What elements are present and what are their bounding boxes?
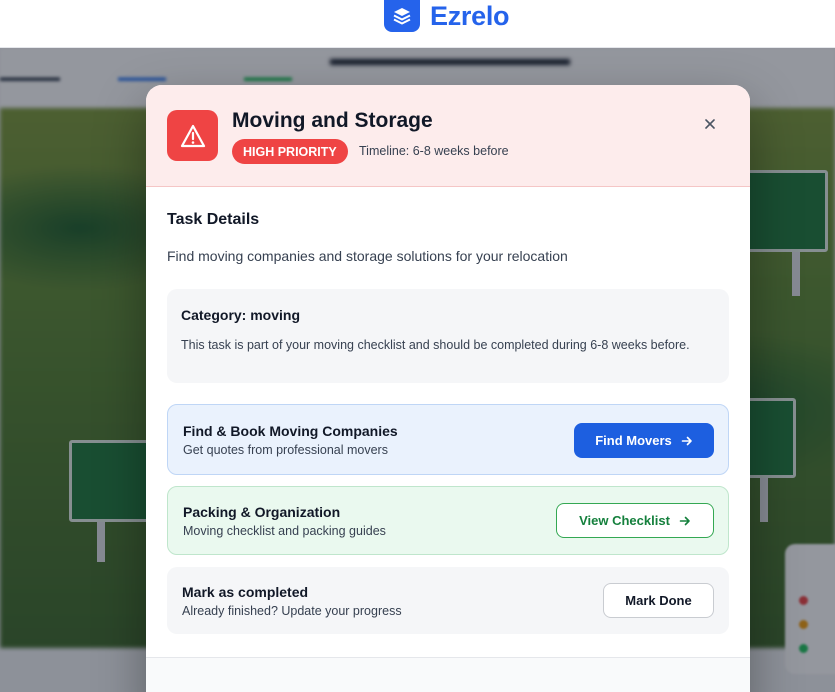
category-box: Category: moving This task is part of yo… xyxy=(167,289,729,383)
button-label: Mark Done xyxy=(625,593,692,608)
modal-header: Moving and Storage HIGH PRIORITY Timelin… xyxy=(146,85,750,187)
task-modal: Moving and Storage HIGH PRIORITY Timelin… xyxy=(146,85,750,692)
action-card-packing: Packing & Organization Moving checklist … xyxy=(167,486,729,555)
card-title: Packing & Organization xyxy=(183,504,341,520)
find-movers-button[interactable]: Find Movers xyxy=(574,423,714,458)
card-title: Find & Book Moving Companies xyxy=(183,423,398,439)
modal-footer xyxy=(146,658,750,692)
action-card-find-movers: Find & Book Moving Companies Get quotes … xyxy=(167,404,729,475)
arrow-right-icon xyxy=(679,516,690,525)
top-app-bar: Ezrelo xyxy=(0,0,835,48)
task-details-heading: Task Details xyxy=(167,211,260,228)
task-description: Find moving companies and storage soluti… xyxy=(167,248,568,264)
layers-icon xyxy=(384,0,420,32)
close-icon xyxy=(705,119,715,129)
card-subtitle: Moving checklist and packing guides xyxy=(183,524,386,538)
button-label: View Checklist xyxy=(579,513,670,528)
button-label: Find Movers xyxy=(595,433,672,448)
close-button[interactable] xyxy=(699,113,721,135)
category-title: Category: moving xyxy=(181,307,301,323)
mark-done-button[interactable]: Mark Done xyxy=(603,583,714,618)
category-text: This task is part of your moving checkli… xyxy=(181,338,690,352)
timeline-text: Timeline: 6-8 weeks before xyxy=(359,144,509,158)
arrow-right-icon xyxy=(681,436,692,445)
card-title: Mark as completed xyxy=(182,584,309,600)
brand-name: Ezrelo xyxy=(430,0,510,31)
card-subtitle: Already finished? Update your progress xyxy=(182,604,402,618)
brand[interactable]: Ezrelo xyxy=(384,0,510,32)
card-subtitle: Get quotes from professional movers xyxy=(183,443,388,457)
view-checklist-button[interactable]: View Checklist xyxy=(556,503,714,538)
modal-title: Moving and Storage xyxy=(232,109,433,132)
warning-triangle-icon xyxy=(167,110,218,161)
priority-badge: HIGH PRIORITY xyxy=(232,139,348,164)
action-card-mark-completed: Mark as completed Already finished? Upda… xyxy=(167,567,729,634)
